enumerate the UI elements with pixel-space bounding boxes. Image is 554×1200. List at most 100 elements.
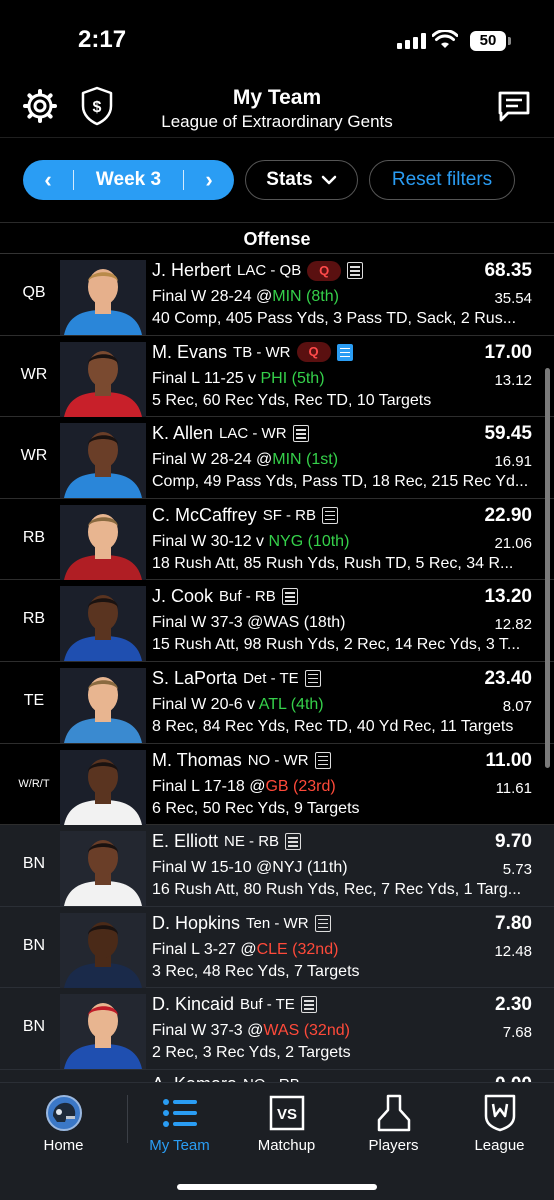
player-name[interactable]: S. LaPorta <box>152 668 237 689</box>
roster-list: QB J. Herbert LAC - QB Q 68.35 35.54 Final W 2… <box>0 254 554 1090</box>
player-name-line[interactable]: J. Herbert LAC - QB Q <box>152 260 364 281</box>
player-name-line[interactable]: K. Allen LAC - WR <box>152 423 309 444</box>
player-photo[interactable] <box>60 749 146 825</box>
player-note-icon[interactable] <box>285 833 302 851</box>
player-name[interactable]: J. Herbert <box>152 260 231 281</box>
opponent-rank: NYJ (11th) <box>272 859 348 877</box>
tab-league[interactable]: League <box>446 1093 553 1154</box>
prev-week-button[interactable]: ‹ <box>23 167 73 193</box>
roster-row[interactable]: BN D. Kincaid Buf - TE 2.30 7.68 Final W 37-3… <box>0 988 554 1070</box>
opponent-rank: CLE (32nd) <box>256 940 339 958</box>
player-photo[interactable] <box>60 667 146 743</box>
tab-matchup[interactable]: VS Matchup <box>233 1093 340 1154</box>
player-name-line[interactable]: D. Hopkins Ten - WR <box>152 913 331 934</box>
player-name-line[interactable]: J. Cook Buf - RB <box>152 586 298 607</box>
player-headshot <box>60 504 146 580</box>
game-result: Final W 20-6 v ATL (4th) <box>152 696 324 714</box>
questionable-badge: Q <box>296 342 331 363</box>
roster-slot[interactable]: TE <box>0 692 68 710</box>
home-indicator[interactable] <box>177 1184 377 1190</box>
roster-slot[interactable]: RB <box>0 610 68 628</box>
player-name-line[interactable]: D. Kincaid Buf - TE <box>152 994 317 1015</box>
player-photo[interactable] <box>60 260 146 335</box>
player-photo[interactable] <box>60 831 146 907</box>
roster-slot[interactable]: WR <box>0 366 68 384</box>
stat-line: 18 Rush Att, 85 Rush Yds, Rush TD, 5 Rec… <box>152 554 514 572</box>
player-team-position: LAC - WR <box>219 425 287 443</box>
next-week-button[interactable]: › <box>184 167 234 193</box>
roster-row[interactable]: W/R/T M. Thomas NO - WR 11.00 11.61 Final L 1… <box>0 743 554 826</box>
roster-row[interactable]: WR M. Evans TB - WR Q 17.00 13.12 Final L 11-2… <box>0 335 554 418</box>
player-name[interactable]: C. McCaffrey <box>152 505 257 526</box>
player-note-icon[interactable] <box>314 914 331 932</box>
player-note-icon[interactable] <box>347 262 364 279</box>
projected-points: 7.68 <box>502 1024 532 1042</box>
roster-row[interactable]: BN D. Hopkins Ten - WR 7.80 12.48 Final L 3-2… <box>0 906 554 989</box>
tab-label: Matchup <box>257 1137 316 1154</box>
player-photo[interactable] <box>60 912 146 988</box>
player-name[interactable]: J. Cook <box>152 586 213 607</box>
fantasy-points: 11.00 <box>485 749 533 771</box>
game-score: Final L 11-25 v <box>152 369 261 387</box>
roster-slot[interactable]: BN <box>0 937 68 955</box>
tab-bar: Home My Team VS Matchup Players League <box>0 1082 554 1200</box>
player-note-icon[interactable] <box>314 751 331 769</box>
fantasy-points: 7.80 <box>495 912 532 934</box>
roster-slot[interactable]: QB <box>0 284 68 302</box>
player-photo[interactable] <box>60 994 146 1070</box>
projected-points: 21.06 <box>494 534 532 552</box>
game-score: Final W 37-3 @ <box>152 1022 264 1040</box>
roster-slot[interactable]: RB <box>0 529 68 547</box>
roster-row[interactable]: RB J. Cook Buf - RB 13.20 12.82 Final W 37-3 … <box>0 580 554 662</box>
roster-row[interactable]: QB J. Herbert LAC - QB Q 68.35 35.54 Final W 2… <box>0 254 554 336</box>
roster-row[interactable]: TE S. LaPorta Det - TE 23.40 8.07 Final W 20-… <box>0 661 554 744</box>
tab-home[interactable]: Home <box>10 1093 117 1154</box>
reset-filters-button[interactable]: Reset filters <box>369 160 515 200</box>
player-name[interactable]: M. Thomas <box>152 750 242 771</box>
player-name-line[interactable]: S. LaPorta Det - TE <box>152 668 321 689</box>
player-photo[interactable] <box>60 341 146 417</box>
player-name[interactable]: E. Elliott <box>152 831 218 852</box>
player-name-line[interactable]: C. McCaffrey SF - RB <box>152 505 339 526</box>
player-headshot <box>60 667 146 743</box>
week-label[interactable]: Week 3 <box>74 169 183 191</box>
game-result: Final W 15-10 @NYJ (11th) <box>152 859 348 877</box>
roster-slot[interactable]: W/R/T <box>0 778 68 790</box>
player-name-line[interactable]: M. Evans TB - WR Q <box>152 342 353 363</box>
tab-my-team[interactable]: My Team <box>126 1093 233 1154</box>
game-score: Final W 15-10 @ <box>152 859 273 877</box>
tab-players[interactable]: Players <box>340 1093 447 1154</box>
chat-icon[interactable] <box>496 88 532 124</box>
stats-dropdown[interactable]: Stats <box>245 160 358 200</box>
roster-slot[interactable]: WR <box>0 447 68 465</box>
roster-slot[interactable]: BN <box>0 855 68 873</box>
stat-line: 16 Rush Att, 80 Rush Yds, Rec, 7 Rec Yds… <box>152 881 522 899</box>
roster-row[interactable]: BN E. Elliott NE - RB 9.70 5.73 Final W 15-10… <box>0 825 554 907</box>
player-note-icon[interactable] <box>300 996 317 1014</box>
player-photo[interactable] <box>60 504 146 580</box>
roster-row[interactable]: RB C. McCaffrey SF - RB 22.90 21.06 Final W 3… <box>0 498 554 581</box>
player-note-icon[interactable] <box>292 425 309 443</box>
tab-label: League <box>474 1137 525 1154</box>
player-note-icon[interactable] <box>281 588 298 606</box>
filter-bar: ‹ Week 3 › Stats Reset filters <box>0 160 554 200</box>
player-photo[interactable] <box>60 423 146 499</box>
scrollbar[interactable] <box>545 368 550 768</box>
player-name-line[interactable]: M. Thomas NO - WR <box>152 750 331 771</box>
player-name[interactable]: M. Evans <box>152 342 227 363</box>
player-name[interactable]: D. Kincaid <box>152 994 234 1015</box>
player-note-icon[interactable] <box>304 669 321 687</box>
vs-icon: VS <box>269 1095 304 1131</box>
game-result: Final W 28-24 @MIN (1st) <box>152 451 338 469</box>
player-note-icon[interactable] <box>322 506 339 524</box>
player-note-icon[interactable] <box>336 343 353 361</box>
player-photo[interactable] <box>60 586 146 662</box>
player-name[interactable]: D. Hopkins <box>152 913 240 934</box>
roster-row[interactable]: WR K. Allen LAC - WR 59.45 16.91 Final W 28-2… <box>0 417 554 499</box>
player-name-line[interactable]: E. Elliott NE - RB <box>152 831 302 852</box>
helmet-icon <box>45 1095 82 1131</box>
game-score: Final W 28-24 @ <box>152 451 273 469</box>
player-name[interactable]: K. Allen <box>152 423 213 444</box>
roster-slot[interactable]: BN <box>0 1018 68 1036</box>
game-result: Final W 37-3 @WAS (18th) <box>152 614 345 632</box>
